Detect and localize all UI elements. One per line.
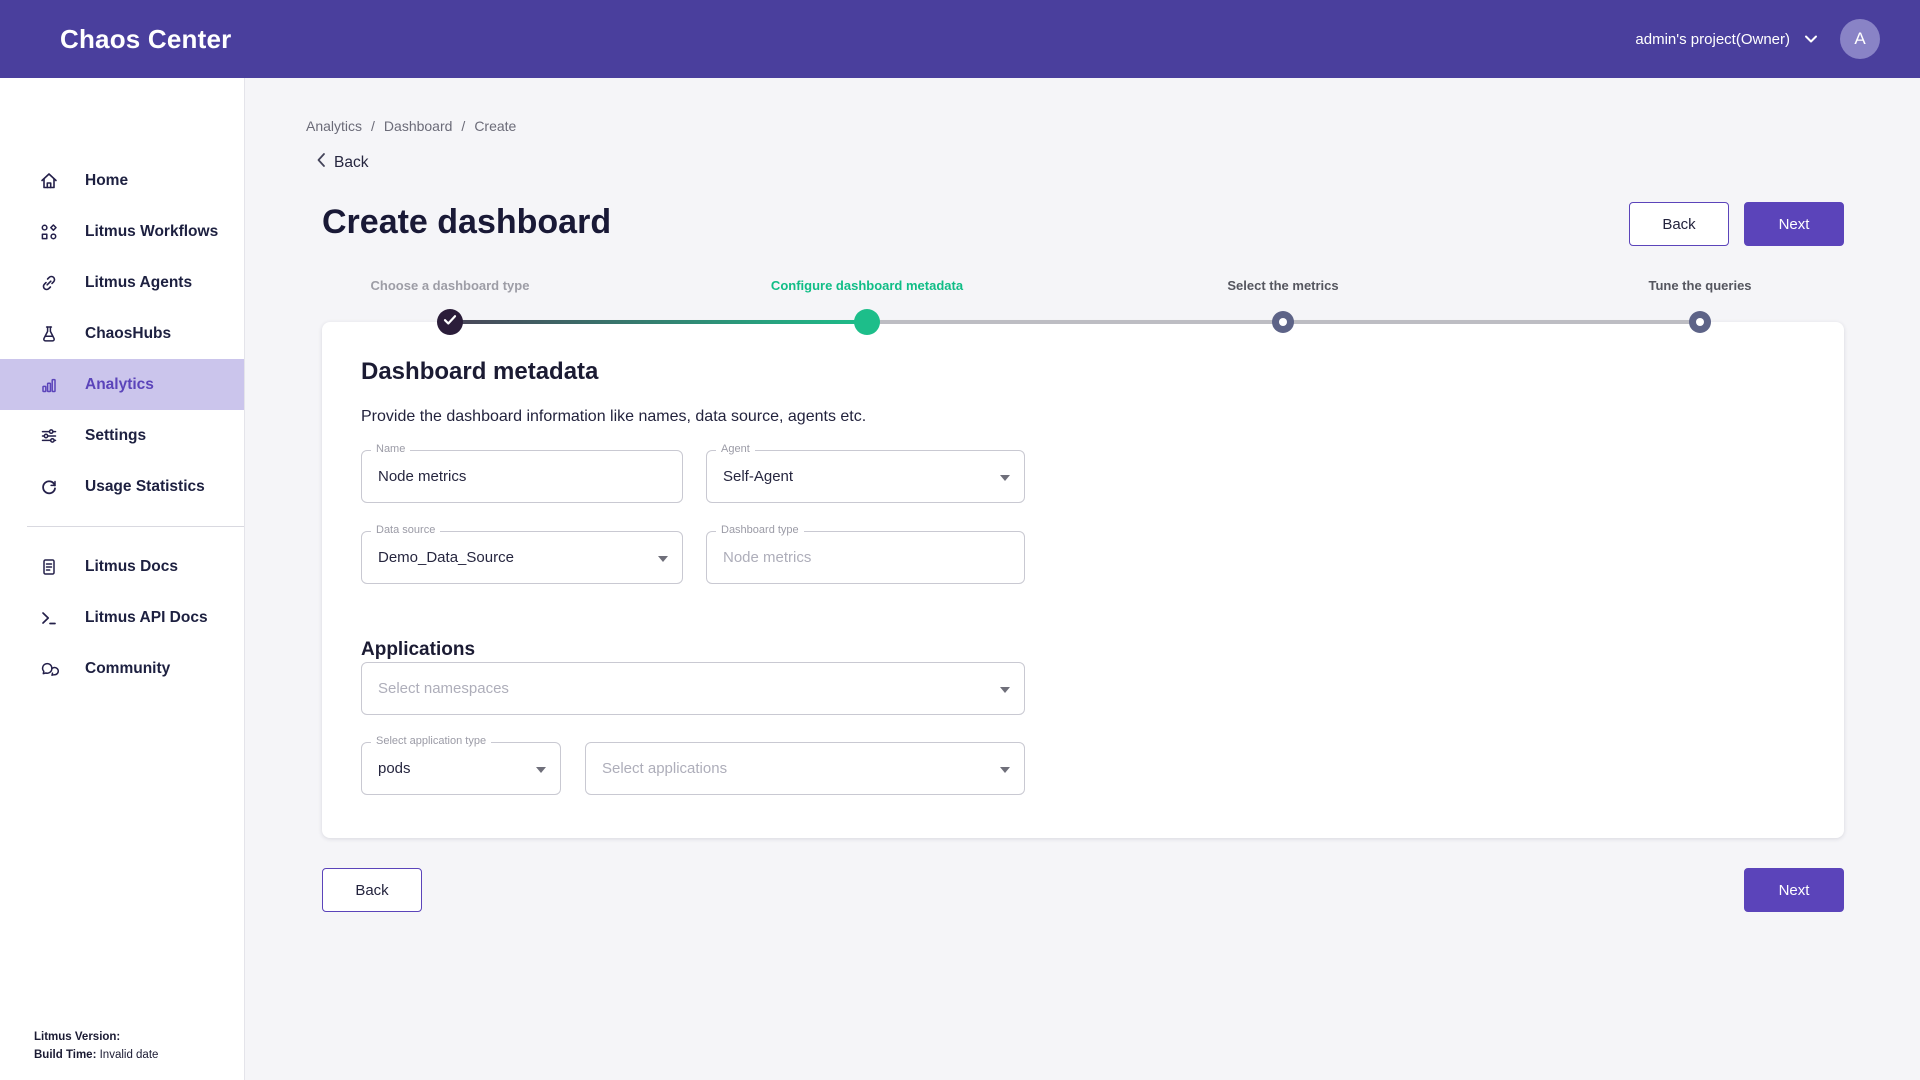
project-selector-label: admin's project(Owner): [1635, 31, 1790, 48]
sidebar-item-label: Community: [85, 660, 170, 678]
sidebar-item-label: Litmus Docs: [85, 558, 178, 576]
sidebar-item-litmus-docs[interactable]: Litmus Docs: [0, 541, 244, 592]
sidebar-item-label: Home: [85, 172, 128, 190]
step-dot-pending: [1272, 311, 1294, 333]
breadcrumb-create: Create: [474, 118, 516, 134]
sidebar-item-litmus-workflows[interactable]: Litmus Workflows: [0, 206, 244, 257]
api-docs-icon: [38, 607, 60, 629]
sidebar-item-settings[interactable]: Settings: [0, 410, 244, 461]
applications-select-placeholder: Select applications: [602, 760, 727, 777]
breadcrumb: Analytics / Dashboard / Create: [306, 118, 516, 134]
breadcrumb-separator: /: [461, 118, 465, 134]
community-icon: [38, 658, 60, 680]
caret-down-icon: [1000, 687, 1010, 693]
check-icon: [443, 313, 457, 331]
namespaces-select-placeholder: Select namespaces: [378, 680, 509, 697]
sidebar-item-label: Settings: [85, 427, 146, 445]
project-selector[interactable]: admin's project(Owner): [1635, 31, 1818, 48]
back-link-label: Back: [334, 154, 368, 172]
agent-select-value: Self-Agent: [723, 468, 1008, 485]
agent-select-label: Agent: [716, 443, 755, 455]
step-dot-active: [854, 309, 880, 335]
caret-down-icon: [1000, 475, 1010, 481]
data-source-select-label: Data source: [371, 524, 440, 536]
data-source-select-value: Demo_Data_Source: [378, 549, 666, 566]
page-title: Create dashboard: [322, 203, 611, 242]
home-icon: [38, 170, 60, 192]
stepper-connector: [1283, 320, 1700, 324]
sidebar: Home Litmus Workflows Litmus Agents Chao…: [0, 78, 245, 1080]
chevron-down-icon: [1804, 34, 1818, 44]
sidebar-item-label: Litmus API Docs: [85, 609, 208, 627]
step-dot-pending: [1689, 311, 1711, 333]
application-type-select-value: pods: [378, 760, 544, 777]
settings-icon: [38, 425, 60, 447]
caret-down-icon: [1000, 767, 1010, 773]
avatar[interactable]: A: [1840, 19, 1880, 59]
dashboard-type-field: Dashboard type: [706, 531, 1025, 584]
dashboard-type-field-label: Dashboard type: [716, 524, 804, 536]
sidebar-item-label: Usage Statistics: [85, 478, 205, 496]
sidebar-item-label: Analytics: [85, 376, 154, 394]
dashboard-metadata-card: Dashboard metadata Provide the dashboard…: [322, 322, 1844, 838]
back-link[interactable]: Back: [316, 152, 368, 173]
sidebar-divider: [27, 526, 244, 527]
namespaces-select[interactable]: Select namespaces: [361, 662, 1025, 715]
section-description: Provide the dashboard information like n…: [361, 408, 866, 426]
sidebar-item-chaoshubs[interactable]: ChaosHubs: [0, 308, 244, 359]
name-field: Name: [361, 450, 683, 503]
sidebar-item-label: ChaosHubs: [85, 325, 171, 343]
step-label-select-metrics: Select the metrics: [1227, 278, 1338, 293]
name-field-label: Name: [371, 443, 410, 455]
breadcrumb-separator: /: [371, 118, 375, 134]
applications-title: Applications: [361, 639, 475, 661]
sidebar-item-usage-statistics[interactable]: Usage Statistics: [0, 461, 244, 512]
sidebar-item-analytics[interactable]: Analytics: [0, 359, 244, 410]
build-info: Litmus Version: Build Time: Invalid date: [34, 1028, 158, 1064]
sidebar-item-label: Litmus Agents: [85, 274, 192, 292]
dashboard-type-input[interactable]: [723, 549, 1008, 566]
sidebar-item-community[interactable]: Community: [0, 643, 244, 694]
next-button-bottom[interactable]: Next: [1744, 868, 1844, 912]
sidebar-item-label: Litmus Workflows: [85, 223, 218, 241]
build-time-value: Invalid date: [96, 1049, 158, 1061]
step-label-choose-dashboard-type: Choose a dashboard type: [371, 278, 530, 293]
usage-statistics-icon: [38, 476, 60, 498]
back-button-bottom[interactable]: Back: [322, 868, 422, 912]
section-title: Dashboard metadata: [361, 358, 598, 386]
application-type-select[interactable]: Select application type pods: [361, 742, 561, 795]
breadcrumb-analytics[interactable]: Analytics: [306, 118, 362, 134]
agents-icon: [38, 272, 60, 294]
step-label-configure-metadata: Configure dashboard metadata: [771, 278, 963, 293]
stepper-connector: [867, 320, 1283, 324]
build-time-label: Build Time:: [34, 1049, 96, 1061]
analytics-icon: [38, 374, 60, 396]
chaoshubs-icon: [38, 323, 60, 345]
applications-select[interactable]: Select applications: [585, 742, 1025, 795]
next-button-top[interactable]: Next: [1744, 202, 1844, 246]
data-source-select[interactable]: Data source Demo_Data_Source: [361, 531, 683, 584]
step-dot-hole: [1696, 318, 1704, 326]
agent-select[interactable]: Agent Self-Agent: [706, 450, 1025, 503]
step-dot-completed: [437, 309, 463, 335]
breadcrumb-dashboard[interactable]: Dashboard: [384, 118, 453, 134]
back-button-top[interactable]: Back: [1629, 202, 1729, 246]
sidebar-item-litmus-agents[interactable]: Litmus Agents: [0, 257, 244, 308]
caret-down-icon: [536, 767, 546, 773]
litmus-version-label: Litmus Version:: [34, 1031, 120, 1043]
sidebar-item-litmus-api-docs[interactable]: Litmus API Docs: [0, 592, 244, 643]
app-header: Chaos Center admin's project(Owner) A: [0, 0, 1920, 78]
application-type-select-label: Select application type: [371, 735, 491, 747]
step-dot-hole: [1279, 318, 1287, 326]
workflows-icon: [38, 221, 60, 243]
stepper-connector: [450, 320, 867, 324]
sidebar-item-home[interactable]: Home: [0, 155, 244, 206]
caret-down-icon: [658, 556, 668, 562]
step-label-tune-queries: Tune the queries: [1648, 278, 1751, 293]
app-title: Chaos Center: [60, 24, 231, 55]
avatar-letter: A: [1854, 29, 1865, 49]
chevron-left-icon: [316, 152, 326, 173]
name-input[interactable]: [378, 468, 666, 485]
docs-icon: [38, 556, 60, 578]
